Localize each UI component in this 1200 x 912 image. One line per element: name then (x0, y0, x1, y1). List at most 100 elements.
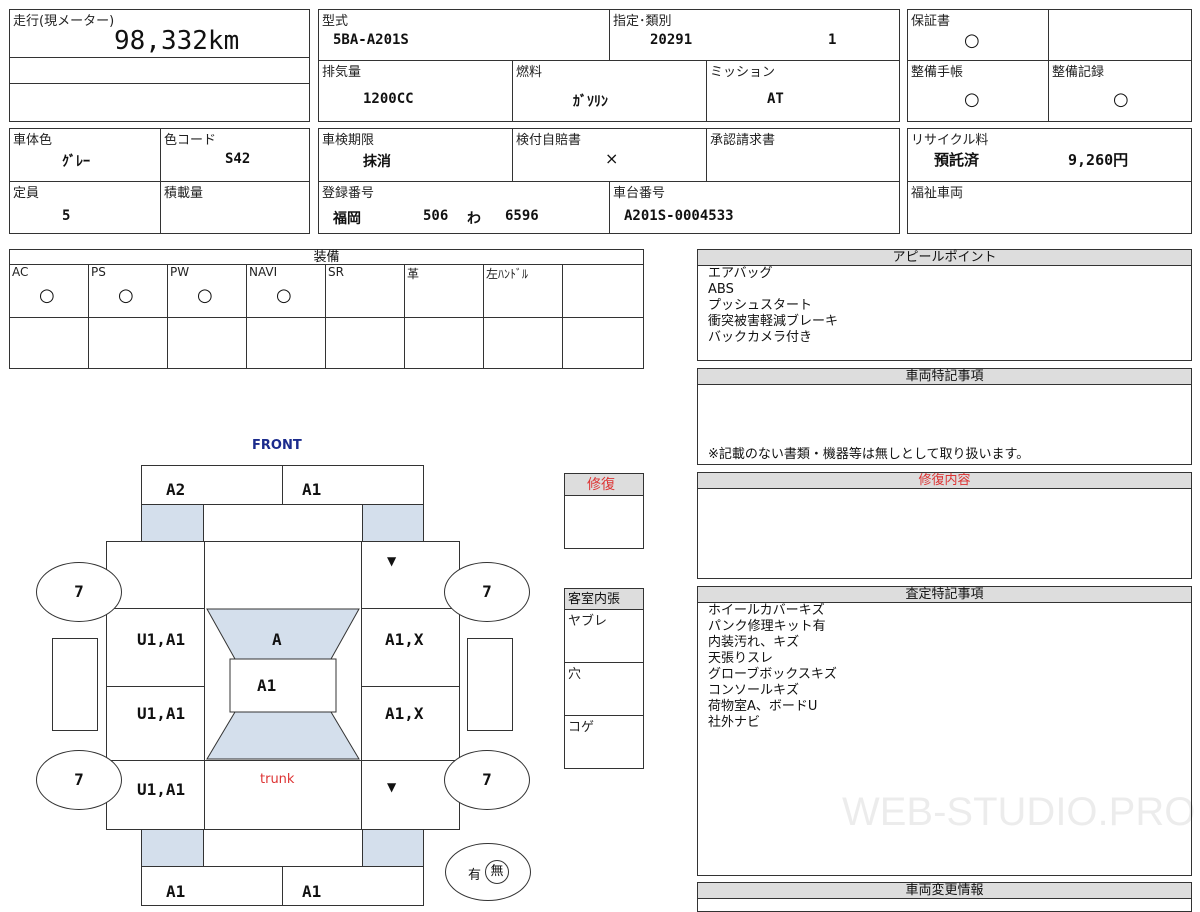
appeal-item: プッシュスタート (708, 298, 813, 313)
equipment-value: ○ (197, 285, 213, 306)
displacement-label: 排気量 (322, 65, 362, 80)
assessment-item: 内装汚れ、キズ (708, 635, 800, 650)
right-front-door-grade: A1,X (385, 630, 424, 649)
chassis-label: 車台番号 (613, 186, 666, 201)
roof-grade: A1 (257, 676, 277, 695)
chassis-value: A201S-0004533 (624, 208, 734, 224)
mirror-mark: ▼ (387, 554, 397, 568)
fuel-cell: 燃料 ｶﾞｿﾘﾝ (512, 60, 707, 122)
line (361, 608, 460, 609)
assessment-item: 天張りスレ (708, 651, 774, 666)
reg-serial: 6596 (505, 208, 539, 224)
interior-row-tear: ヤブレ (568, 614, 608, 629)
rear-right-grade: A1 (302, 882, 322, 901)
special-notes-title: 車両特記事項 (698, 369, 1191, 385)
front-label: FRONT (252, 438, 302, 453)
windshield-shape (206, 608, 360, 660)
equipment-label: PS (91, 265, 106, 279)
equipment-label: 革 (407, 267, 420, 281)
reg-label: 登録番号 (322, 186, 375, 201)
special-notes-panel: 車両特記事項 ※記載のない書類・機器等は無しとして取り扱います。 (697, 368, 1192, 465)
assessment-item: パンク修理キット有 (708, 619, 826, 634)
interior-row-burn: コゲ (568, 720, 595, 735)
fuel-label: 燃料 (516, 65, 543, 80)
warranty-cell: 保証書 ○ (907, 9, 1049, 61)
equipment-empty-cell (483, 317, 563, 369)
left-front-door-grade: U1,A1 (137, 630, 186, 649)
tire-front-right: 7 (444, 562, 530, 622)
recycle-label: リサイクル料 (911, 133, 989, 148)
approval-cell: 承認請求書 (706, 128, 900, 182)
equipment-value: ○ (39, 285, 55, 306)
equipment-empty-cell (9, 317, 89, 369)
insurance-cell: 検付自賠書 × (512, 128, 707, 182)
equipment-label: AC (12, 265, 29, 279)
line (361, 686, 460, 687)
equipment-cell: NAVI ○ (246, 264, 326, 318)
spare-present-label: 有 (468, 868, 482, 883)
left-rear-door-grade: U1,A1 (137, 704, 186, 723)
chassis-cell: 車台番号 A201S-0004533 (609, 181, 900, 234)
mission-label: ミッション (710, 65, 776, 80)
change-info-panel: 車両変更情報 (697, 882, 1192, 912)
equipment-label: 左ﾊﾝﾄﾞﾙ (486, 267, 529, 281)
equipment-empty-cell (88, 317, 168, 369)
repair-box-title: 修復 (565, 474, 643, 496)
interior-row-hole: 穴 (568, 667, 582, 682)
line (362, 505, 363, 541)
front-right-grade: A1 (302, 480, 322, 499)
bumper-divider (282, 466, 283, 504)
special-notes-text: ※記載のない書類・機器等は無しとして取り扱います。 (708, 447, 1030, 462)
bumper-divider (282, 867, 283, 905)
inspection-cell: 車検期限 抹消 (318, 128, 513, 182)
equipment-cell: PW ○ (167, 264, 247, 318)
warranty-extra-cell (1048, 9, 1192, 61)
model-cell: 型式 5BA-A201S (318, 9, 610, 61)
front-left-light (142, 505, 203, 541)
maint-record-cell: 整備記録 ○ (1048, 60, 1192, 122)
glass-shapes (206, 608, 360, 760)
equipment-cell: 革 (404, 264, 484, 318)
class-value: 1 (828, 32, 837, 48)
warranty-label: 保証書 (911, 14, 951, 29)
tire-front-left: 7 (36, 562, 122, 622)
assessment-item: ホイールカバーキズ (708, 603, 825, 618)
rear-left-grade: A1 (166, 882, 186, 901)
load-cell: 積載量 (160, 181, 310, 234)
roof-shape (229, 658, 337, 713)
rear-right-light (362, 830, 423, 866)
line (106, 608, 204, 609)
line (106, 686, 204, 687)
spare-tire-indicator: 有 無 (445, 843, 531, 901)
assessment-title: 査定特記事項 (698, 587, 1191, 603)
rear-left-light (142, 830, 203, 866)
color-code-label: 色コード (164, 133, 217, 148)
right-side-step (467, 638, 513, 731)
repair-box: 修復 (564, 473, 644, 549)
line (141, 505, 142, 541)
inspection-value: 抹消 (363, 154, 391, 170)
equipment-value: ○ (276, 285, 292, 306)
color-label: 車体色 (13, 133, 53, 148)
line (423, 505, 424, 541)
tire-rear-right: 7 (444, 750, 530, 810)
line (106, 760, 460, 761)
maint-book-cell: 整備手帳 ○ (907, 60, 1049, 122)
equipment-cell: 左ﾊﾝﾄﾞﾙ (483, 264, 563, 318)
right-rear-door-grade: A1,X (385, 704, 424, 723)
assessment-item: グローブボックスキズ (708, 667, 837, 682)
mileage-cell: 走行(現メーター) 98,332km (9, 9, 310, 58)
mileage-sub-cell (9, 57, 310, 84)
assessment-item: 荷物室A、ボードU (708, 699, 818, 714)
equipment-cell: SR (325, 264, 405, 318)
designation-value: 20291 (650, 32, 693, 48)
warranty-value: ○ (964, 30, 980, 51)
recycle-amount: 9,260円 (1068, 151, 1129, 169)
rear-glass-shape (206, 711, 360, 760)
repair-content-panel: 修復内容 (697, 472, 1192, 579)
maint-record-value: ○ (1113, 89, 1129, 110)
recycle-cell: リサイクル料 預託済 9,260円 (907, 128, 1192, 182)
color-cell: 車体色 ｸﾞﾚｰ (9, 128, 161, 182)
equipment-value: ○ (118, 285, 134, 306)
change-info-title: 車両変更情報 (698, 883, 1191, 899)
